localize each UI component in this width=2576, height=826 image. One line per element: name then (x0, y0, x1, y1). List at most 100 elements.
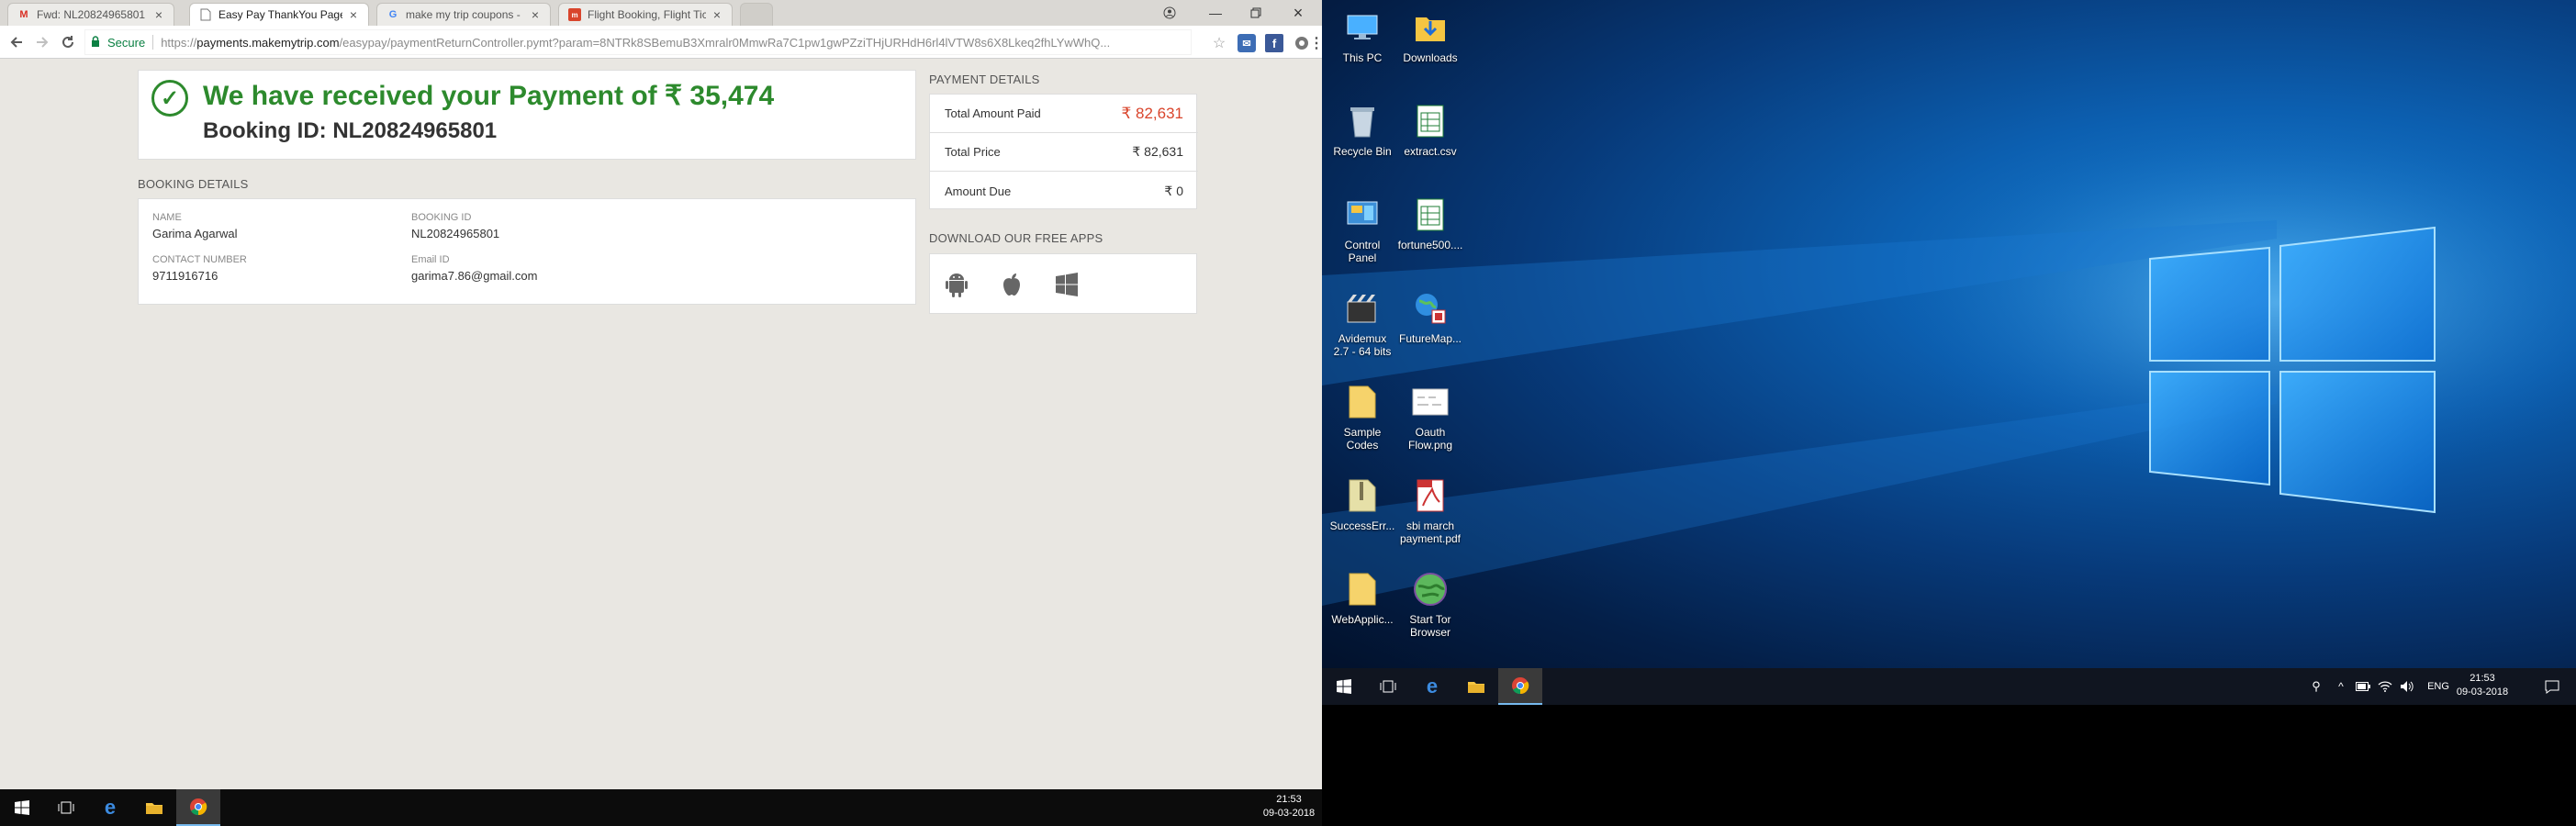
facebook-icon[interactable]: f (1265, 34, 1283, 52)
folder-zip-icon (1342, 475, 1383, 516)
total-paid-label: Total Amount Paid (945, 106, 1041, 120)
total-price-row: Total Price ₹ 82,631 (930, 133, 1198, 172)
file-explorer-icon[interactable] (132, 789, 176, 826)
gmail-icon: M (19, 9, 28, 20)
url-text: https://payments.makemytrip.com/easypay/… (161, 35, 1111, 50)
reload-button[interactable] (57, 31, 79, 53)
lock-icon (91, 35, 104, 50)
contact-label: CONTACT NUMBER (152, 254, 247, 265)
booking-id-heading: Booking ID: NL20824965801 (203, 118, 498, 143)
check-circle-icon: ✓ (151, 80, 188, 117)
desktop-icon-fortune500[interactable]: fortune500.... (1397, 195, 1463, 251)
people-icon[interactable]: ⚲ (2302, 668, 2330, 705)
chrome-icon[interactable] (176, 789, 220, 826)
secure-label: Secure (107, 35, 146, 50)
profile-icon[interactable] (1149, 0, 1190, 26)
file-explorer-icon[interactable] (1454, 668, 1498, 705)
chevron-up-icon[interactable]: ^ (2332, 668, 2350, 705)
amount-due-label: Amount Due (945, 184, 1012, 198)
close-icon[interactable]: × (528, 7, 543, 22)
name-label: NAME (152, 212, 182, 223)
desktop-icon-downloads[interactable]: Downloads (1397, 7, 1463, 64)
desktop-icon-sample-codes[interactable]: Sample Codes (1329, 382, 1395, 452)
desktop-icon-extract-csv[interactable]: extract.csv (1397, 101, 1463, 158)
spreadsheet-icon (1410, 195, 1450, 235)
total-paid-row: Total Amount Paid ₹ 82,631 (930, 95, 1198, 133)
tab-label: Easy Pay ThankYou Page (218, 8, 342, 21)
battery-icon[interactable] (2352, 668, 2374, 705)
browser-toolbar: Secure https://payments.makemytrip.com/e… (0, 26, 1324, 59)
desktop-icon-recycle-bin[interactable]: Recycle Bin (1329, 101, 1395, 158)
back-button[interactable] (6, 31, 28, 53)
close-icon[interactable]: × (151, 7, 166, 22)
desktop-icon-control-panel[interactable]: Control Panel (1329, 195, 1395, 264)
name-value: Garima Agarwal (152, 227, 238, 240)
desktop-icon-successerr[interactable]: SuccessErr... (1329, 475, 1395, 532)
tab-strip: M Fwd: NL20824965801 - × Easy Pay ThankY… (0, 0, 1322, 26)
total-price-label: Total Price (945, 145, 1001, 159)
close-window-button[interactable]: × (1278, 0, 1318, 26)
task-view-icon[interactable] (1366, 668, 1410, 705)
desktop-icon-tor-browser[interactable]: Start Tor Browser (1397, 569, 1463, 639)
control-panel-icon (1342, 195, 1383, 235)
this-pc-icon (1342, 7, 1383, 48)
close-icon[interactable]: × (710, 7, 724, 22)
tab-label: Flight Booking, Flight Tic (588, 8, 706, 21)
extension-mail-icon[interactable]: ✉ (1238, 34, 1256, 52)
payment-received-heading: We have received your Payment of ₹ 35,47… (203, 81, 775, 111)
contact-value: 9711916716 (152, 269, 218, 283)
folder-icon (1342, 382, 1383, 422)
desktop-icon-futuremap[interactable]: FutureMap... (1397, 288, 1463, 345)
apps-card (929, 253, 1197, 314)
chrome-icon[interactable] (1498, 668, 1542, 705)
payment-details-card: Total Amount Paid ₹ 82,631 Total Price ₹… (929, 94, 1198, 209)
edge-icon[interactable]: e (88, 789, 132, 826)
booking-id-label: BOOKING ID (411, 212, 472, 223)
recycle-bin-icon (1342, 101, 1383, 141)
taskbar-clock[interactable]: 21:53 09-03-2018 (2453, 672, 2512, 699)
desktop-icon-webapplic[interactable]: WebApplic... (1329, 569, 1395, 626)
volume-icon[interactable] (2396, 668, 2418, 705)
page-icon (199, 8, 212, 21)
clock-time: 21:53 (2470, 673, 2495, 684)
tor-globe-icon (1410, 569, 1450, 609)
taskbar-right: e ⚲ ^ ENG 21:53 09-03-2018 (1322, 668, 2576, 705)
bookmark-star-icon[interactable]: ☆ (1210, 34, 1228, 52)
booking-details-heading: BOOKING DETAILS (138, 177, 249, 191)
restore-button[interactable] (1236, 0, 1276, 26)
tab-easy-pay[interactable]: Easy Pay ThankYou Page × (189, 3, 369, 26)
new-tab-button[interactable] (740, 3, 773, 26)
image-file-icon (1410, 382, 1450, 422)
apple-icon[interactable] (998, 271, 1025, 298)
address-bar[interactable]: Secure https://payments.makemytrip.com/e… (84, 29, 1192, 55)
start-button[interactable] (1322, 668, 1366, 705)
left-monitor: M Fwd: NL20824965801 - × Easy Pay ThankY… (0, 0, 1324, 826)
desktop-icon-oauth-flow[interactable]: Oauth Flow.png (1397, 382, 1463, 452)
minimize-button[interactable]: — (1195, 0, 1236, 26)
wifi-icon[interactable] (2374, 668, 2396, 705)
language-indicator[interactable]: ENG (2424, 680, 2453, 694)
tab-google[interactable]: G make my trip coupons - × (376, 3, 551, 26)
tab-flight-booking[interactable]: m Flight Booking, Flight Tic × (558, 3, 733, 26)
tab-label: Fwd: NL20824965801 - (37, 8, 148, 21)
taskbar-clock[interactable]: 21:53 09-03-2018 (1260, 793, 1318, 820)
downloads-folder-icon (1410, 7, 1450, 48)
start-button[interactable] (0, 789, 44, 826)
forward-button[interactable] (31, 31, 53, 53)
desktop-icon-sbi-pdf[interactable]: sbi march payment.pdf (1397, 475, 1463, 545)
apps-heading: DOWNLOAD OUR FREE APPS (929, 231, 1103, 245)
desktop-icon-this-pc[interactable]: This PC (1329, 7, 1395, 64)
spreadsheet-icon (1410, 101, 1450, 141)
clock-time: 21:53 (1276, 794, 1302, 805)
edge-icon[interactable]: e (1410, 668, 1454, 705)
tab-gmail[interactable]: M Fwd: NL20824965801 - × (7, 3, 174, 26)
notification-icon[interactable] (2530, 668, 2574, 705)
windows-icon[interactable] (1053, 271, 1081, 298)
task-view-icon[interactable] (44, 789, 88, 826)
desktop-icon-avidemux[interactable]: Avidemux 2.7 - 64 bits (1329, 288, 1395, 358)
android-icon[interactable] (943, 271, 970, 298)
close-icon[interactable]: × (346, 7, 361, 22)
payment-details-heading: PAYMENT DETAILS (929, 73, 1040, 86)
mmt-icon: m (568, 8, 581, 21)
windows-logo-wallpaper (1322, 119, 2576, 606)
